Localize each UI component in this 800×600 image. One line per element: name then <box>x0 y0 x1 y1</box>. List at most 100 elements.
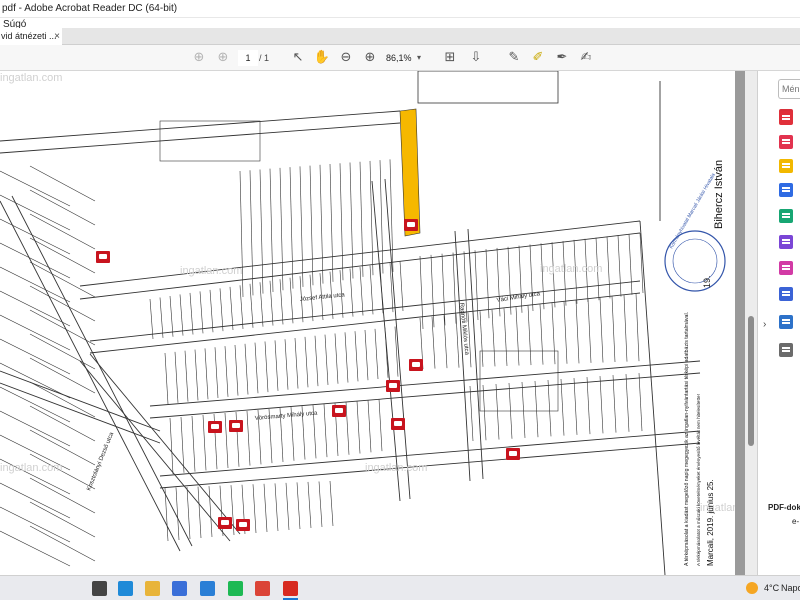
road-edge <box>159 430 701 477</box>
road-edge <box>0 122 401 154</box>
parcel-boundary <box>269 168 274 292</box>
edit-pdf-icon[interactable] <box>779 135 793 149</box>
document-tab[interactable]: vid átnézeti ... × <box>0 28 62 45</box>
parcel-boundary <box>29 189 96 226</box>
task-view-icon[interactable] <box>92 581 107 596</box>
vertical-scrollbar[interactable] <box>745 71 757 575</box>
parcel-boundary <box>599 297 604 363</box>
zoom-in-icon[interactable]: ⊕ <box>361 49 379 67</box>
comment-icon[interactable]: ✎ <box>505 49 523 67</box>
spotify-icon[interactable] <box>228 581 243 596</box>
parcel-boundary <box>0 266 71 303</box>
parcel-boundary <box>378 399 383 452</box>
parcel-boundary <box>29 237 96 274</box>
window-title: pdf - Adobe Acrobat Reader DC (64-bit) <box>2 3 178 14</box>
scrollbar-thumb[interactable] <box>748 316 754 446</box>
acrobat-icon[interactable] <box>283 581 298 596</box>
parcel-boundary <box>625 374 630 432</box>
parcel-boundary <box>29 381 96 418</box>
parcel-boundary <box>329 164 334 282</box>
watermark-text: ingatlan.com <box>0 462 62 474</box>
hand-icon[interactable]: ✋ <box>313 49 331 67</box>
stamp-number: 19. <box>702 275 712 288</box>
parcel-boundary <box>369 265 374 315</box>
parcel-boundary <box>491 309 496 367</box>
parcel-boundary <box>374 328 379 379</box>
parcel-boundary <box>349 268 354 317</box>
protect-icon[interactable] <box>779 287 793 301</box>
parcel-boundary <box>296 482 301 530</box>
create-pdf-icon[interactable] <box>779 111 793 125</box>
page-number-input[interactable]: 1 <box>238 50 258 66</box>
parcel-boundary <box>29 285 96 322</box>
parcel-boundary <box>455 313 460 368</box>
fill-sign-icon[interactable] <box>779 315 793 329</box>
arrow-down-icon[interactable]: ⊕ <box>214 49 232 67</box>
parcel-boundary <box>209 289 214 333</box>
weather-temperature[interactable]: 4°C <box>764 576 779 600</box>
edge-icon[interactable] <box>118 581 133 596</box>
comment-marker-bubble <box>412 362 420 367</box>
parcel-boundary <box>179 294 184 336</box>
weather-icon[interactable] <box>746 582 758 594</box>
chevron-right-icon[interactable]: › <box>763 319 766 330</box>
parcel-boundary <box>184 350 189 402</box>
parcel-boundary <box>0 290 71 327</box>
street-kosztolanyi: Kosztolányi Dezső utca <box>86 431 115 492</box>
sign-icon[interactable]: ✍ <box>577 49 595 67</box>
parcel-boundary <box>279 279 284 325</box>
parcel-boundary <box>249 170 254 296</box>
parcel-boundary <box>334 333 339 384</box>
parcel-boundary <box>527 305 532 366</box>
parcel-boundary <box>29 429 96 466</box>
parcel-boundary <box>419 255 424 330</box>
parcel-boundary <box>0 386 71 423</box>
comment-marker-bubble <box>239 522 247 527</box>
store-icon[interactable] <box>172 581 187 596</box>
parcel-boundary <box>349 162 354 279</box>
request-signature-icon[interactable] <box>779 261 793 275</box>
parcel-boundary <box>540 243 545 310</box>
parcel-boundary <box>443 315 448 369</box>
cursor-icon[interactable]: ↖ <box>289 49 307 67</box>
parcel-boundary <box>234 344 239 396</box>
more-tools-icon[interactable] <box>779 343 793 357</box>
road-edge <box>159 442 701 489</box>
draw-icon[interactable]: ✒ <box>553 49 571 67</box>
organize-pages-icon[interactable] <box>779 209 793 223</box>
parcel-boundary <box>29 501 96 538</box>
parcel-boundary <box>599 376 604 434</box>
parcel-boundary <box>0 218 71 255</box>
parcel-boundary <box>399 260 404 312</box>
combine-files-icon[interactable] <box>779 183 793 197</box>
fit-page-icon[interactable]: ⊞ <box>441 49 459 67</box>
parcel-boundary <box>149 298 154 340</box>
parcel-boundary <box>263 483 268 533</box>
scroll-mode-icon[interactable]: ⇩ <box>467 49 485 67</box>
parcel-boundary <box>159 297 164 338</box>
comment-marker-bubble <box>407 222 415 227</box>
weather-description[interactable]: Napo <box>781 576 800 600</box>
chevron-down-icon[interactable]: ▾ <box>417 50 421 66</box>
parcel-boundary <box>274 340 279 391</box>
tools-search-input[interactable]: Mén <box>778 79 800 99</box>
comment-tool-icon[interactable] <box>779 159 793 173</box>
zoom-out-icon[interactable]: ⊖ <box>337 49 355 67</box>
certification-line: A térképmásolatot a műszaki követelménye… <box>696 394 701 566</box>
parcel-boundary <box>551 302 556 365</box>
parcel-boundary <box>560 379 565 436</box>
parcel-boundary <box>638 373 643 432</box>
mail-icon[interactable] <box>200 581 215 596</box>
parcel-boundary <box>359 161 364 277</box>
parcel-boundary <box>29 477 96 514</box>
compress-icon[interactable] <box>779 235 793 249</box>
document-viewport[interactable]: ingatlan.com ingatlan.com ingatlan.com inga… <box>0 71 757 575</box>
arrow-up-icon[interactable]: ⊕ <box>190 49 208 67</box>
comment-marker-bubble <box>99 254 107 259</box>
parcel-boundary <box>479 311 484 367</box>
parcel-boundary <box>264 341 269 393</box>
highlight-icon[interactable]: ✐ <box>529 49 547 67</box>
chrome-icon[interactable] <box>255 581 270 596</box>
file-explorer-icon[interactable] <box>145 581 160 596</box>
close-icon[interactable]: × <box>54 28 60 45</box>
